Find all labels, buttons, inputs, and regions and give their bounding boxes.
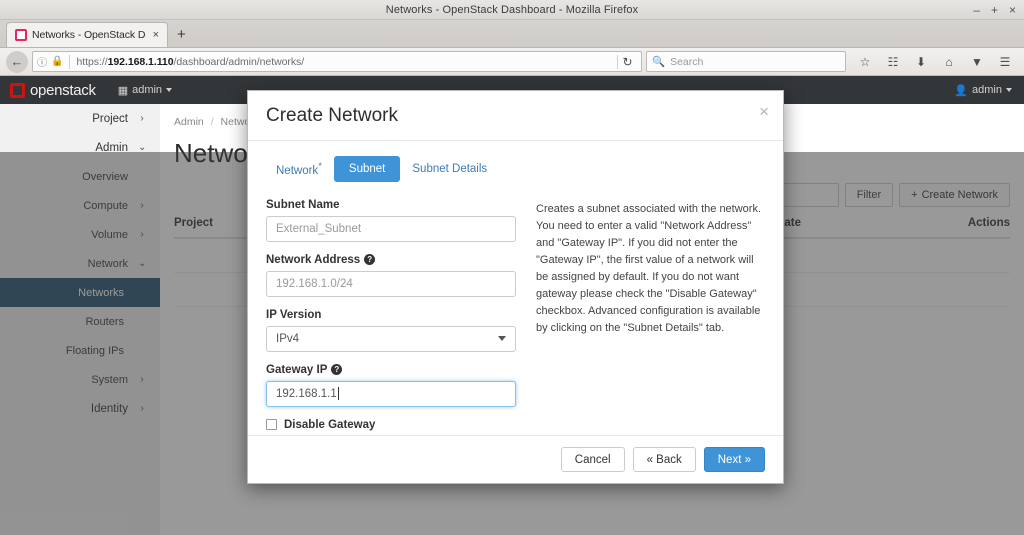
dialog-body: Network* Subnet Subnet Details Subnet Name…	[248, 141, 783, 437]
maximize-button[interactable]: +	[991, 4, 998, 16]
url-bar[interactable]: ⓘ 🔒 https://192.168.1.110/dashboard/admi…	[32, 51, 642, 72]
new-tab-button[interactable]: +	[168, 22, 195, 47]
sidebar-item-label: Project	[92, 112, 128, 125]
dialog-tabs: Network* Subnet Subnet Details	[266, 155, 765, 183]
url-path: /dashboard/admin/networks/	[173, 55, 305, 68]
gateway-ip-value: 192.168.1.1	[276, 387, 337, 400]
gateway-ip-label: Gateway IP ?	[266, 364, 516, 376]
browser-tab-label: Networks - OpenStack Dash	[32, 29, 146, 41]
network-address-label-text: Network Address	[266, 253, 361, 266]
url-host: 192.168.1.110	[107, 55, 174, 68]
minimize-button[interactable]: –	[973, 4, 980, 16]
openstack-logo[interactable]: openstack	[10, 82, 96, 99]
url-scheme: https://	[76, 55, 108, 68]
chevron-right-icon: ›	[140, 113, 144, 124]
navbar-icons: ☆ ☷ ⬇ ⌂ ▼ ☰	[850, 51, 1018, 73]
sidebar-item-project[interactable]: Project ›	[0, 104, 160, 133]
create-network-dialog: Create Network × Network* Subnet Subnet De…	[247, 90, 784, 484]
breadcrumb-current: Netwo	[220, 116, 251, 128]
close-tab-icon[interactable]: ×	[151, 29, 161, 41]
chevron-down-icon	[1006, 88, 1012, 92]
subnet-name-value: External_Subnet	[276, 222, 362, 235]
network-address-input[interactable]: 192.168.1.0/24	[266, 270, 516, 297]
field-ip-version: IP Version IPv4	[266, 309, 516, 352]
network-address-value: 192.168.1.0/24	[276, 277, 353, 290]
back-icon[interactable]: ←	[6, 50, 28, 73]
user-avatar-icon: 👤	[954, 84, 969, 97]
help-icon[interactable]: ?	[364, 254, 376, 266]
subnet-name-label: Subnet Name	[266, 199, 516, 211]
grid-icon: ▦	[117, 84, 129, 97]
breadcrumb-root[interactable]: Admin	[174, 116, 204, 128]
url-text: https://192.168.1.110/dashboard/admin/ne…	[76, 56, 613, 68]
required-marker: *	[318, 161, 322, 172]
ip-version-label: IP Version	[266, 309, 516, 321]
browser-search-input[interactable]: 🔍 Search	[646, 51, 846, 72]
openstack-favicon-icon	[15, 29, 27, 41]
openstack-logo-text: openstack	[30, 81, 96, 99]
home-icon[interactable]: ⌂	[936, 51, 962, 73]
browser-tab[interactable]: Networks - OpenStack Dash ×	[6, 22, 168, 47]
window-controls: – + ×	[973, 0, 1016, 20]
tab-label: Subnet	[348, 162, 386, 175]
tab-label: Subnet Details	[412, 162, 488, 175]
dialog-footer: Cancel « Back Next »	[248, 435, 783, 483]
dialog-columns: Subnet Name External_Subnet Network Addr…	[266, 199, 765, 437]
field-disable-gateway: Disable Gateway	[266, 419, 516, 431]
text-caret	[337, 387, 339, 401]
ip-version-select[interactable]: IPv4	[266, 325, 516, 352]
back-button[interactable]: « Back	[632, 447, 696, 472]
network-address-label: Network Address ?	[266, 254, 516, 266]
breadcrumb-separator: /	[210, 116, 214, 128]
dialog-form: Subnet Name External_Subnet Network Addr…	[266, 199, 516, 437]
browser-navbar: ← ⓘ 🔒 https://192.168.1.110/dashboard/ad…	[0, 48, 1024, 76]
site-info-icon[interactable]: ⓘ	[37, 54, 47, 69]
project-switcher-label: admin	[132, 84, 163, 96]
window-title: Networks - OpenStack Dashboard - Mozilla…	[385, 3, 639, 16]
bookmark-star-icon[interactable]: ☆	[852, 51, 878, 73]
subnet-name-input[interactable]: External_Subnet	[266, 215, 516, 242]
close-icon[interactable]: ×	[759, 103, 769, 120]
field-subnet-name: Subnet Name External_Subnet	[266, 199, 516, 242]
field-gateway-ip: Gateway IP ? 192.168.1.1	[266, 364, 516, 407]
dialog-header: Create Network ×	[248, 91, 783, 141]
ip-version-label-text: IP Version	[266, 308, 322, 321]
search-placeholder: Search	[670, 55, 704, 68]
downloads-icon[interactable]: ⬇	[908, 51, 934, 73]
cancel-button[interactable]: Cancel	[560, 447, 625, 472]
close-window-button[interactable]: ×	[1009, 4, 1016, 16]
url-divider	[69, 54, 71, 69]
pocket-icon[interactable]: ▼	[964, 51, 990, 73]
gateway-ip-input[interactable]: 192.168.1.1	[266, 380, 516, 407]
disable-gateway-checkbox[interactable]	[266, 419, 277, 431]
help-text: Creates a subnet associated with the net…	[536, 202, 762, 335]
chevron-down-icon	[498, 336, 506, 342]
openstack-logo-icon	[10, 82, 25, 98]
gateway-ip-label-text: Gateway IP	[266, 363, 328, 376]
hamburger-menu-icon[interactable]: ☰	[992, 51, 1018, 73]
browser-tabstrip: Networks - OpenStack Dash × +	[0, 20, 1024, 48]
chevron-down-icon	[166, 88, 173, 92]
dialog-help-panel: Creates a subnet associated with the net…	[536, 199, 765, 437]
field-network-address: Network Address ? 192.168.1.0/24	[266, 254, 516, 297]
tab-subnet[interactable]: Subnet	[333, 155, 401, 182]
tab-subnet-details[interactable]: Subnet Details	[402, 157, 497, 181]
user-menu-label: admin	[972, 84, 1002, 96]
subnet-name-label-text: Subnet Name	[266, 198, 340, 211]
help-icon[interactable]: ?	[331, 364, 343, 376]
tab-network[interactable]: Network*	[266, 155, 332, 183]
reload-icon[interactable]: ↻	[617, 54, 637, 69]
lock-icon: 🔒	[51, 56, 64, 67]
dialog-title: Create Network	[266, 104, 398, 126]
search-icon: 🔍	[652, 56, 666, 68]
ip-version-value: IPv4	[276, 332, 300, 345]
next-button[interactable]: Next »	[703, 447, 765, 472]
window-titlebar: Networks - OpenStack Dashboard - Mozilla…	[0, 0, 1024, 20]
project-switcher[interactable]: ▦ admin	[117, 84, 173, 97]
disable-gateway-label: Disable Gateway	[284, 418, 376, 431]
library-icon[interactable]: ☷	[880, 51, 906, 73]
tab-label: Network	[276, 164, 319, 177]
user-menu[interactable]: 👤 admin	[954, 84, 1012, 97]
